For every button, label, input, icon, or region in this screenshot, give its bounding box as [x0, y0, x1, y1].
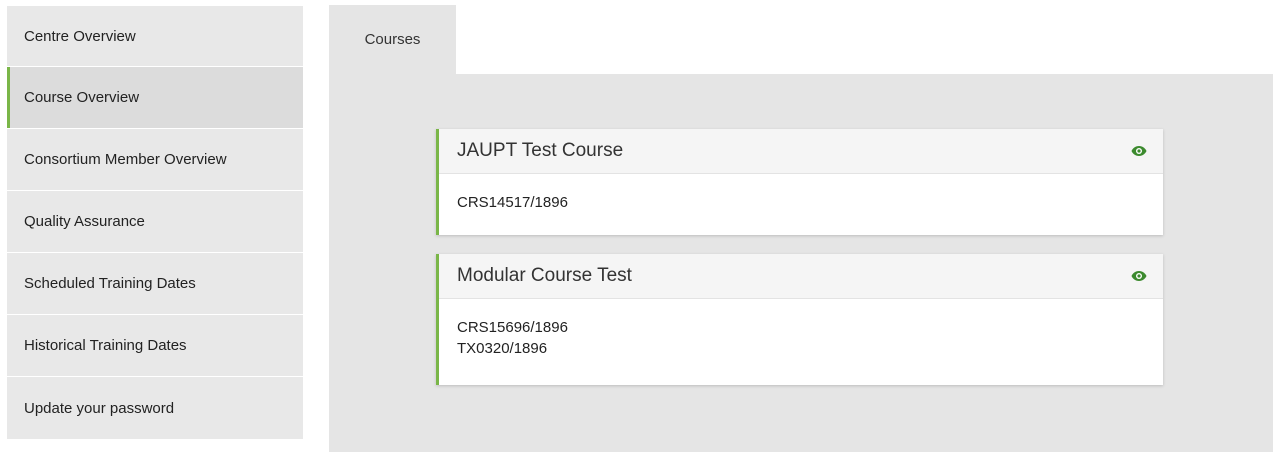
tab-courses[interactable]: Courses [329, 5, 456, 74]
sidebar-item-scheduled-training-dates[interactable]: Scheduled Training Dates [7, 253, 303, 315]
tab-label: Courses [364, 31, 421, 48]
course-code: TX0320/1896 [457, 340, 548, 357]
sidebar-item-label: Update your password [24, 399, 175, 417]
sidebar-nav: Centre Overview Course Overview Consorti… [7, 6, 303, 439]
course-code: CRS15696/1896 [457, 319, 568, 336]
sidebar-item-update-password[interactable]: Update your password [7, 377, 303, 439]
sidebar-item-label: Centre Overview [24, 28, 136, 45]
sidebar-item-historical-training-dates[interactable]: Historical Training Dates [7, 315, 303, 377]
sidebar-item-label: Historical Training Dates [24, 337, 187, 354]
course-card: Modular Course Test CRS15696/1896 TX0320… [436, 254, 1163, 385]
course-card-body: CRS14517/1896 [439, 174, 1163, 213]
course-card: JAUPT Test Course CRS14517/1896 [436, 129, 1163, 235]
sidebar-item-label: Consortium Member Overview [24, 151, 227, 168]
courses-panel: JAUPT Test Course CRS14517/1896 Modular … [329, 74, 1273, 452]
course-card-header: JAUPT Test Course [439, 129, 1163, 174]
tab-bar: Courses [329, 5, 456, 74]
eye-icon[interactable] [1131, 145, 1147, 157]
course-card-body: CRS15696/1896 TX0320/1896 [439, 299, 1163, 359]
sidebar-item-label: Quality Assurance [24, 213, 145, 230]
course-code: CRS14517/1896 [457, 194, 568, 211]
sidebar-item-quality-assurance[interactable]: Quality Assurance [7, 191, 303, 253]
sidebar-item-label: Course Overview [24, 89, 140, 106]
course-card-header: Modular Course Test [439, 254, 1163, 299]
sidebar-item-consortium-member-overview[interactable]: Consortium Member Overview [7, 129, 303, 191]
sidebar-item-centre-overview[interactable]: Centre Overview [7, 6, 303, 67]
course-title: JAUPT Test Course [457, 140, 624, 161]
course-title: Modular Course Test [457, 265, 632, 286]
eye-icon[interactable] [1131, 270, 1147, 282]
sidebar-item-course-overview[interactable]: Course Overview [7, 67, 303, 129]
sidebar-item-label: Scheduled Training Dates [24, 275, 196, 292]
